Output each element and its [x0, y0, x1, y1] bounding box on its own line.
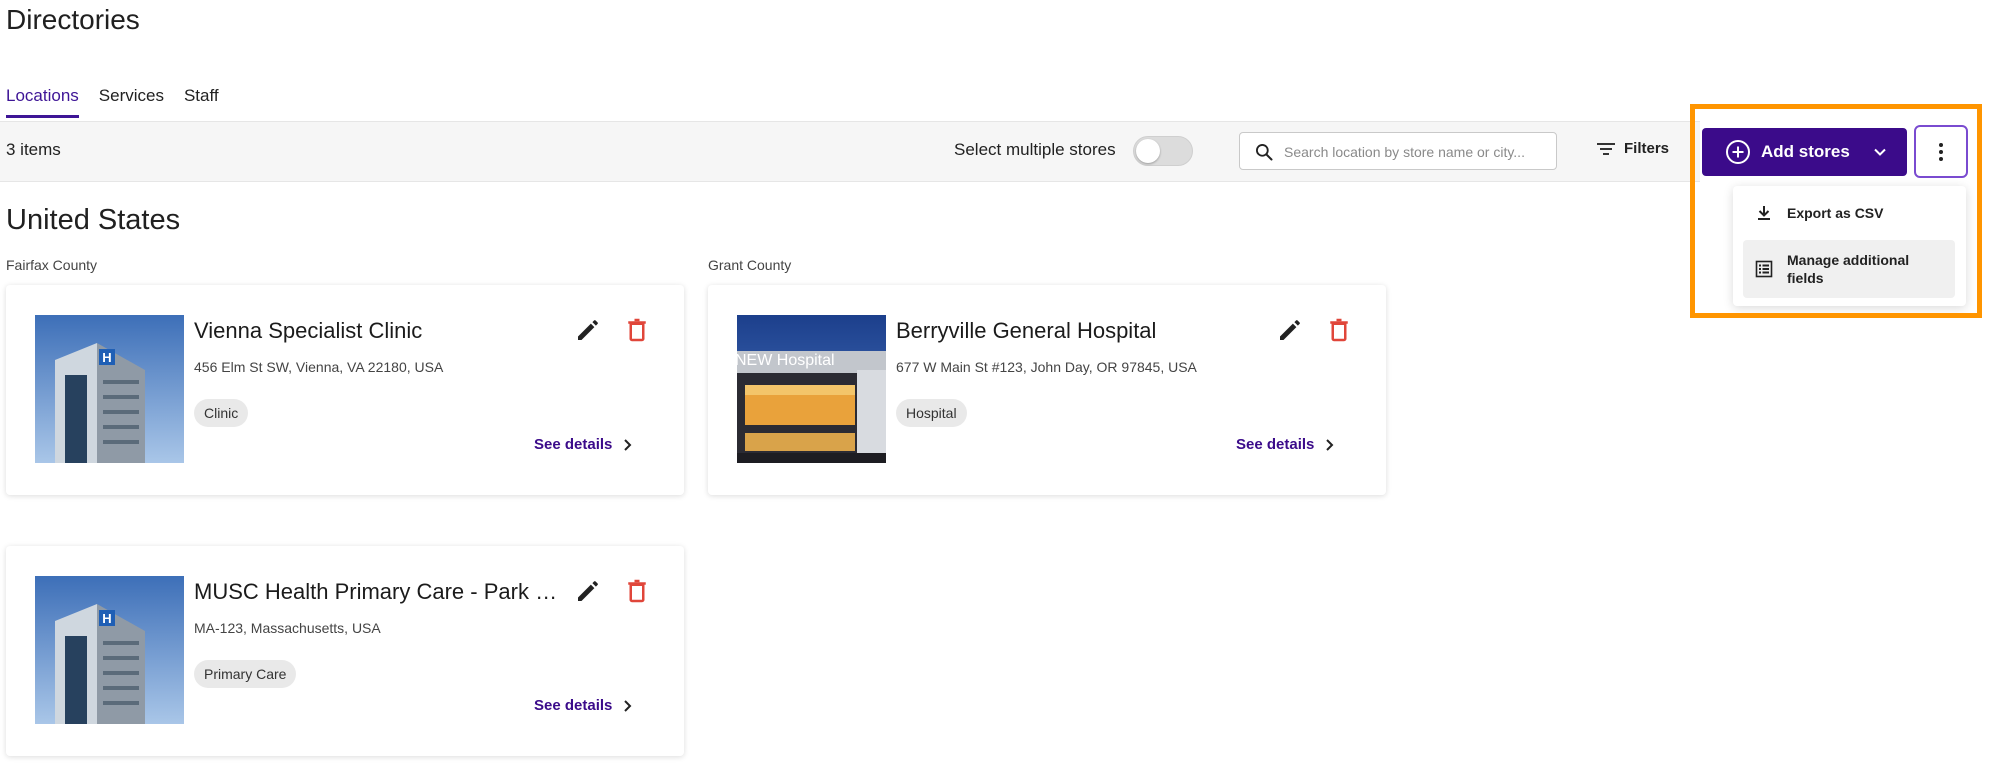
manage-fields-item[interactable]: Manage additional fields — [1743, 240, 1955, 298]
search-input[interactable] — [1282, 141, 1548, 163]
more-options-menu: Export as CSV Manage additional fields — [1733, 186, 1966, 306]
location-name: MUSC Health Primary Care - Park W... — [194, 579, 569, 604]
location-card: NEW Hospital Berryville General Hospital… — [708, 285, 1386, 495]
tab-staff[interactable]: Staff — [184, 84, 219, 118]
location-tag: Primary Care — [194, 660, 297, 688]
location-card: H Vienna Specialist Clinic 456 Elm St SW… — [6, 285, 684, 495]
tab-locations[interactable]: Locations — [6, 84, 79, 118]
more-options-button[interactable] — [1914, 125, 1968, 178]
see-details-label: See details — [534, 436, 613, 453]
svg-text:H: H — [102, 350, 111, 365]
tab-services[interactable]: Services — [99, 84, 164, 118]
region-title: United States — [6, 204, 181, 236]
filters-button[interactable]: Filters — [1596, 140, 1669, 157]
list-icon — [1755, 260, 1773, 278]
location-card: H MUSC Health Primary Care - Park W... M… — [6, 546, 684, 756]
location-tag: Clinic — [194, 399, 249, 427]
delete-icon[interactable] — [622, 315, 652, 345]
select-multiple-label: Select multiple stores — [954, 140, 1116, 159]
export-csv-item[interactable]: Export as CSV — [1743, 196, 1955, 230]
edit-icon[interactable] — [1275, 315, 1305, 345]
edit-icon[interactable] — [573, 576, 603, 606]
location-photo: H — [35, 576, 184, 724]
location-name: Vienna Specialist Clinic — [194, 318, 423, 343]
svg-text:H: H — [102, 611, 111, 626]
toggle-knob — [1136, 139, 1160, 163]
location-address: MA-123, Massachusetts, USA — [194, 620, 381, 636]
export-csv-label: Export as CSV — [1787, 205, 1884, 221]
see-details-link[interactable]: See details — [534, 697, 634, 714]
filters-label: Filters — [1624, 140, 1670, 157]
download-icon — [1758, 206, 1770, 220]
see-details-label: See details — [534, 697, 613, 714]
location-name: Berryville General Hospital — [896, 318, 1157, 343]
more-vert-icon — [1939, 143, 1943, 161]
chevron-right-icon — [624, 438, 632, 451]
chevron-right-icon — [1326, 438, 1334, 451]
tab-bar: Locations Services Staff — [6, 84, 219, 120]
filter-icon — [1597, 142, 1615, 155]
location-address: 456 Elm St SW, Vienna, VA 22180, USA — [194, 359, 444, 375]
chevron-down-icon — [1874, 148, 1886, 156]
see-details-label: See details — [1236, 436, 1315, 453]
county-label: Fairfax County — [6, 257, 98, 273]
location-photo: H — [35, 315, 184, 463]
delete-icon[interactable] — [1324, 315, 1354, 345]
location-tag: Hospital — [896, 399, 967, 427]
page-title: Directories — [6, 4, 140, 35]
add-stores-label: Add stores — [1761, 142, 1850, 161]
delete-icon[interactable] — [622, 576, 652, 606]
item-count: 3 items — [6, 140, 61, 159]
county-label: Grant County — [708, 257, 792, 273]
add-stores-button[interactable]: Add stores — [1702, 128, 1907, 176]
see-details-link[interactable]: See details — [534, 436, 634, 453]
search-icon — [1256, 144, 1273, 161]
chevron-right-icon — [624, 699, 632, 712]
see-details-link[interactable]: See details — [1236, 436, 1336, 453]
location-photo: NEW Hospital — [737, 315, 886, 463]
search-box — [1239, 132, 1557, 170]
select-multiple-toggle[interactable] — [1133, 136, 1193, 166]
manage-fields-label: Manage additional fields — [1787, 252, 1910, 286]
add-circle-icon — [1726, 140, 1750, 164]
photo-sign-text: NEW Hospital — [737, 352, 835, 369]
edit-icon[interactable] — [573, 315, 603, 345]
location-address: 677 W Main St #123, John Day, OR 97845, … — [896, 359, 1197, 375]
